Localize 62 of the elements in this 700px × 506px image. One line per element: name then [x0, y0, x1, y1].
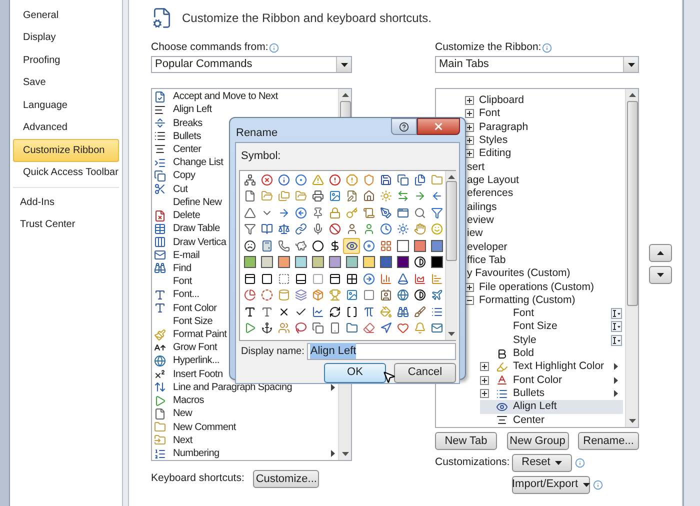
command-item[interactable]: New Comment: [173, 420, 335, 434]
tree-item[interactable]: sert: [466, 160, 486, 174]
tree-item[interactable]: Font Color: [480, 374, 623, 387]
tree-item[interactable]: y Favourites (Custom): [466, 267, 572, 280]
command-item[interactable]: Align Left: [173, 103, 335, 116]
customizations-label: Customizations:: [435, 454, 511, 470]
tree-item[interactable]: Formatting (Custom): [478, 294, 576, 307]
command-item[interactable]: Numbering: [173, 447, 331, 460]
commands-dropdown[interactable]: Popular Commands: [151, 56, 352, 73]
customize-button[interactable]: Customize...: [253, 470, 320, 488]
page-title: Customize the Ribbon and keyboard shortcuts.: [182, 10, 432, 27]
tree-item[interactable]: eferences: [466, 187, 514, 200]
tree-item[interactable]: File operations (Custom): [478, 280, 595, 294]
sidebar-item[interactable]: Advanced: [13, 116, 119, 139]
sidebar-item[interactable]: Language: [13, 94, 119, 116]
reset-button[interactable]: Reset: [512, 454, 572, 472]
sidebar-item[interactable]: Save: [13, 72, 119, 94]
tree-item[interactable]: age Layout: [466, 174, 520, 188]
tree-item[interactable]: eview: [466, 214, 495, 227]
tree-item[interactable]: ffice Tab: [466, 254, 507, 267]
tree-item[interactable]: Font: [478, 107, 502, 120]
sidebar-item[interactable]: Trust Center: [10, 214, 122, 236]
command-item[interactable]: Accept and Move to Next: [173, 90, 335, 104]
tree-item[interactable]: Clipboard: [478, 94, 525, 108]
tree-item[interactable]: Bold: [480, 346, 623, 360]
cancel-button[interactable]: Cancel: [394, 362, 456, 382]
sidebar-item[interactable]: Display: [13, 26, 119, 49]
sidebar-item[interactable]: Proofing: [13, 49, 119, 72]
tree-item[interactable]: Paragraph: [478, 120, 530, 134]
tree-item[interactable]: iew: [466, 227, 484, 240]
sidebar-item[interactable]: Customize Ribbon: [13, 139, 119, 162]
ribbon-action-button[interactable]: Rename...: [578, 432, 639, 450]
dialog-title: Rename: [236, 126, 278, 141]
ribbon-label: Customize the Ribbon:: [435, 40, 542, 55]
sidebar-item[interactable]: General: [13, 4, 119, 26]
ribbon-dropdown[interactable]: Main Tabs: [435, 56, 639, 73]
import-export-button[interactable]: Import/Export: [512, 476, 590, 494]
command-item[interactable]: Macros: [173, 394, 335, 408]
command-item[interactable]: New: [173, 407, 335, 420]
ok-button[interactable]: OK: [324, 362, 386, 382]
tree-item[interactable]: Editing: [478, 147, 512, 160]
tree-item[interactable]: Styles: [478, 134, 509, 148]
command-item[interactable]: Line and Paragraph Spacing: [173, 380, 331, 394]
tree-item[interactable]: Text Highlight Color: [480, 360, 623, 374]
display-name-field[interactable]: Align Left: [307, 342, 456, 360]
tree-item[interactable]: Font: [480, 307, 623, 320]
keyboard-shortcuts-label: Keyboard shortcuts:: [151, 471, 244, 486]
tree-item[interactable]: ailings: [466, 200, 498, 214]
ribbon-action-button[interactable]: New Group: [506, 432, 568, 450]
sidebar-item[interactable]: Add-Ins: [10, 191, 122, 214]
tree-item[interactable]: Center: [480, 414, 623, 427]
tree-item[interactable]: Style: [480, 334, 623, 347]
sidebar-item[interactable]: Quick Access Toolbar: [13, 162, 119, 184]
symbol-label: Symbol:: [241, 150, 282, 162]
ribbon-action-button[interactable]: New Tab: [435, 432, 497, 450]
tree-item[interactable]: Align Left: [480, 400, 623, 414]
command-item[interactable]: Next: [173, 434, 335, 447]
tree-item[interactable]: eveloper: [466, 240, 508, 254]
tree-item[interactable]: Bullets: [480, 386, 623, 400]
tree-item[interactable]: Font Size: [480, 320, 623, 334]
commands-label: Choose commands from:: [151, 40, 268, 55]
display-name-label: Display name:: [241, 344, 304, 358]
